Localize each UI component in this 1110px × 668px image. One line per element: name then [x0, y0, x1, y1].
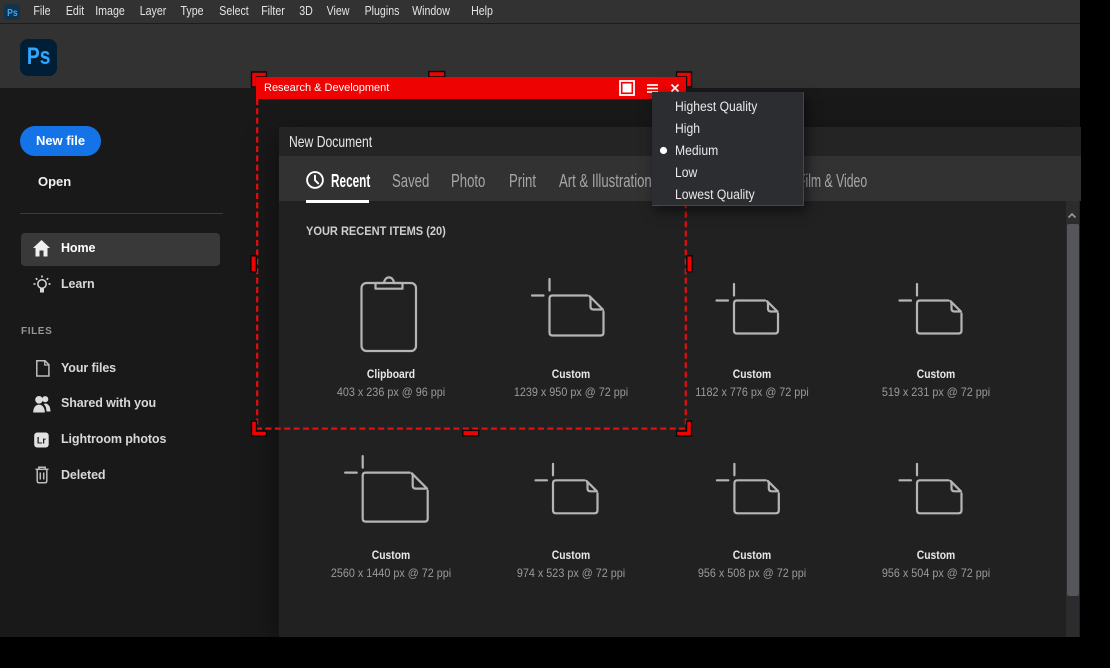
svg-text:Lr: Lr [37, 436, 46, 446]
